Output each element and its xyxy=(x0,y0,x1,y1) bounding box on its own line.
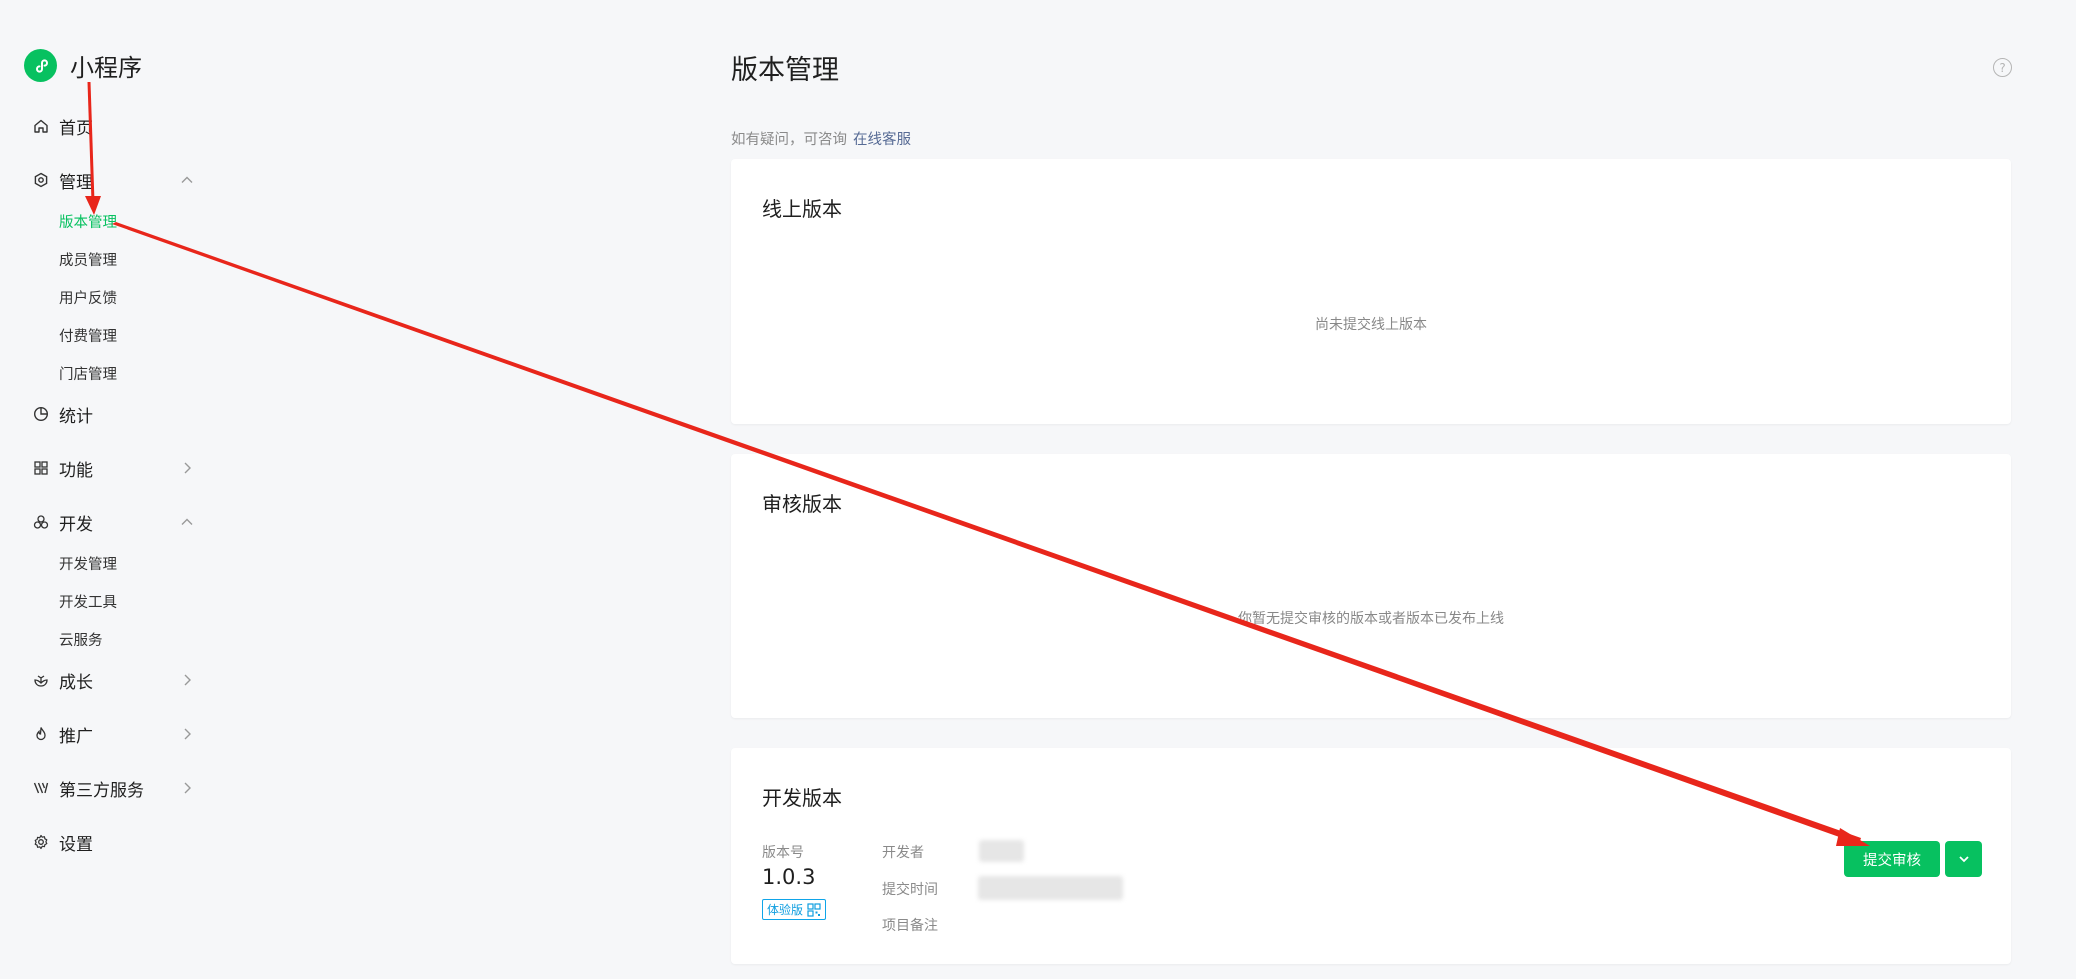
nav-dev-label: 开发 xyxy=(59,514,93,535)
nav-promo[interactable]: 推广 xyxy=(32,721,196,747)
sub-user-feedback[interactable]: 用户反馈 xyxy=(59,287,117,308)
nav-home-label: 首页 xyxy=(59,118,93,139)
online-version-title: 线上版本 xyxy=(762,197,842,221)
nav-third-party[interactable]: 第三方服务 xyxy=(32,775,196,801)
page-title: 版本管理 xyxy=(731,55,839,86)
nav-promo-label: 推广 xyxy=(59,726,93,747)
sub-dev-manage[interactable]: 开发管理 xyxy=(59,553,117,574)
online-support-link[interactable]: 在线客服 xyxy=(853,132,911,148)
chevron-right-icon xyxy=(184,728,191,740)
hexagon-icon xyxy=(32,171,50,189)
nav-growth[interactable]: 成长 xyxy=(32,667,196,693)
developer-value-redacted xyxy=(979,840,1024,862)
chevron-up-icon xyxy=(181,518,193,525)
version-number: 1.0.3 xyxy=(762,865,816,889)
review-version-empty: 你暂无提交审核的版本或者版本已发布上线 xyxy=(1238,611,1504,627)
chevron-right-icon xyxy=(184,782,191,794)
submit-time-value-redacted xyxy=(978,876,1123,900)
hint-text: 如有疑问，可咨询 xyxy=(731,132,847,148)
submit-time-label: 提交时间 xyxy=(882,882,938,898)
online-version-empty: 尚未提交线上版本 xyxy=(1315,317,1427,333)
dev-version-card: 开发版本 版本号 1.0.3 体验版 开发者 提交时间 项目备注 提交审核 xyxy=(731,748,2011,964)
brand[interactable]: 小程序 xyxy=(24,48,142,83)
third-party-icon xyxy=(32,779,50,797)
trial-version-badge[interactable]: 体验版 xyxy=(762,899,827,920)
trial-badge-label: 体验版 xyxy=(767,903,804,917)
chevron-right-icon xyxy=(184,462,191,474)
chevron-down-icon xyxy=(1958,856,1969,863)
nav-stats-label: 统计 xyxy=(59,406,93,427)
sidebar: 小程序 首页 管理 版本管理 成员管理 用户反馈 付费管理 门店管理 统计 功能… xyxy=(0,0,220,979)
brand-title: 小程序 xyxy=(70,54,142,82)
submit-options-dropdown[interactable] xyxy=(1945,841,1982,877)
sub-cloud-service[interactable]: 云服务 xyxy=(59,629,103,650)
growth-icon xyxy=(32,671,50,689)
sub-member-manage[interactable]: 成员管理 xyxy=(59,249,117,270)
nav-dev[interactable]: 开发 xyxy=(32,509,196,535)
review-version-card: 审核版本 你暂无提交审核的版本或者版本已发布上线 xyxy=(731,454,2011,718)
nav-manage-label: 管理 xyxy=(59,172,93,193)
nav-settings[interactable]: 设置 xyxy=(32,829,196,855)
pie-chart-icon xyxy=(32,405,50,423)
sub-store-manage[interactable]: 门店管理 xyxy=(59,363,117,384)
sub-version-manage[interactable]: 版本管理 xyxy=(59,211,117,232)
grid-icon xyxy=(32,459,50,477)
help-icon[interactable]: ? xyxy=(1993,58,2012,77)
dev-version-title: 开发版本 xyxy=(762,786,842,810)
flame-icon xyxy=(32,725,50,743)
sub-dev-tools[interactable]: 开发工具 xyxy=(59,591,117,612)
nav-third-party-label: 第三方服务 xyxy=(59,780,144,801)
home-icon xyxy=(32,117,50,135)
developer-label: 开发者 xyxy=(882,845,924,861)
qrcode-icon xyxy=(807,902,821,917)
nav-home[interactable]: 首页 xyxy=(32,113,196,139)
dev-circles-icon xyxy=(32,513,50,531)
version-number-label: 版本号 xyxy=(762,845,804,861)
nav-manage[interactable]: 管理 xyxy=(32,167,196,193)
gear-icon xyxy=(32,833,50,851)
nav-features-label: 功能 xyxy=(59,460,93,481)
nav-stats[interactable]: 统计 xyxy=(32,401,196,427)
review-version-title: 审核版本 xyxy=(762,492,842,516)
sub-payment-manage[interactable]: 付费管理 xyxy=(59,325,117,346)
project-note-label: 项目备注 xyxy=(882,918,938,934)
miniprogram-logo-icon xyxy=(24,49,57,82)
nav-growth-label: 成长 xyxy=(59,672,93,693)
nav-settings-label: 设置 xyxy=(59,834,93,855)
chevron-right-icon xyxy=(184,674,191,686)
submit-review-button[interactable]: 提交审核 xyxy=(1844,841,1940,877)
online-version-card: 线上版本 尚未提交线上版本 xyxy=(731,159,2011,424)
chevron-up-icon xyxy=(181,176,193,183)
nav-features[interactable]: 功能 xyxy=(32,455,196,481)
help-hint: 如有疑问，可咨询 在线客服 xyxy=(731,128,911,149)
